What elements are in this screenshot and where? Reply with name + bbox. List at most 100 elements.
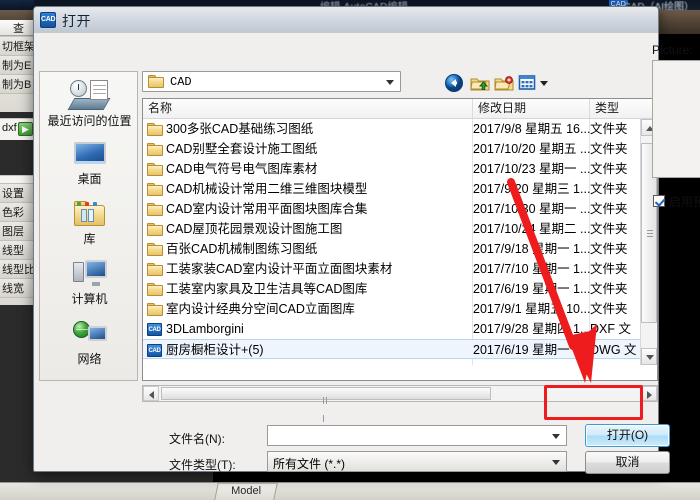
left-properties-panel: 设置 色彩 图层 线型 线型比 线宽 bbox=[0, 175, 34, 305]
file-date-cell: 2017/9/18 星期一 1... bbox=[473, 242, 591, 256]
table-row[interactable]: 工装室内家具及卫生洁具等CAD图库 2017/6/19 星期一 1... 文件夹 bbox=[143, 279, 641, 299]
file-list-horizontal-scrollbar[interactable] bbox=[142, 385, 658, 422]
filetype-combobox[interactable]: 所有文件 (*.*) bbox=[267, 451, 567, 472]
file-type-cell: 文件夹 bbox=[590, 202, 628, 216]
table-row[interactable]: CAD 厨房橱柜设计+(5) 2017/6/19 星期一 1... DWG 文 bbox=[143, 339, 641, 359]
folder-icon bbox=[147, 123, 163, 136]
column-header-type[interactable]: 类型 bbox=[590, 99, 641, 118]
folder-icon bbox=[147, 143, 163, 156]
scroll-down-button[interactable] bbox=[641, 348, 657, 365]
file-type-cell: 文件夹 bbox=[590, 222, 628, 236]
new-folder-icon bbox=[494, 76, 514, 91]
left-palette-row[interactable]: 切框架 bbox=[0, 37, 33, 56]
dwg-file-icon: CAD bbox=[147, 343, 162, 357]
column-header-date[interactable]: 修改日期 bbox=[473, 99, 590, 118]
left-palette-row[interactable]: 制为B bbox=[0, 75, 33, 94]
chevron-down-icon[interactable] bbox=[552, 460, 560, 465]
cancel-button[interactable]: 取消 bbox=[585, 451, 670, 474]
left-palette-commands: 切框架 制为E 制为B bbox=[0, 36, 34, 112]
file-name-cell: CAD别墅全套设计施工图纸 bbox=[147, 139, 317, 159]
back-button[interactable] bbox=[444, 73, 466, 93]
left-property-row[interactable]: 线型 bbox=[0, 241, 33, 260]
file-name-cell: CAD 厨房橱柜设计+(5) bbox=[147, 340, 264, 360]
table-row[interactable]: CAD别墅全套设计施工图纸 2017/10/20 星期五 ... 文件夹 bbox=[143, 139, 641, 159]
views-button[interactable] bbox=[518, 73, 548, 93]
table-row[interactable]: CAD室内设计常用平面图块图库合集 2017/10/30 星期一 ... 文件夹 bbox=[143, 199, 641, 219]
file-date-cell: 2017/10/20 星期五 ... bbox=[473, 142, 591, 156]
left-expand-button[interactable]: ▶ bbox=[18, 122, 33, 136]
file-name-text: 室内设计经典分空间CAD立面图库 bbox=[166, 302, 355, 316]
column-header-name[interactable]: 名称 bbox=[143, 99, 473, 118]
enable-preview-checkbox[interactable] bbox=[653, 195, 665, 207]
open-button[interactable]: 打开(O) bbox=[585, 424, 670, 447]
left-palette-row[interactable]: 制为E bbox=[0, 56, 33, 75]
place-network[interactable]: 网络 bbox=[40, 314, 139, 367]
left-property-row[interactable]: 线型比 bbox=[0, 260, 33, 279]
left-property-row[interactable]: 设置 bbox=[0, 184, 33, 203]
filename-field[interactable] bbox=[267, 425, 567, 446]
scroll-left-button[interactable] bbox=[143, 386, 159, 401]
table-row[interactable]: CAD屋顶花园景观设计图施工图 2017/10/24 星期二 ... 文件夹 bbox=[143, 219, 641, 239]
picture-preview-box bbox=[652, 60, 700, 178]
place-computer[interactable]: 计算机 bbox=[40, 254, 139, 307]
filetype-label: 文件类型(T): bbox=[169, 458, 236, 472]
desktop-icon bbox=[73, 142, 106, 168]
left-palette-topbar bbox=[0, 0, 34, 10]
file-name-text: 工装家装CAD室内设计平面立面图块素材 bbox=[166, 262, 393, 276]
file-date-cell: 2017/6/19 星期一 1... bbox=[473, 343, 591, 357]
file-name-cell: CAD屋顶花园景观设计图施工图 bbox=[147, 219, 342, 239]
file-name-text: 百张CAD机械制图练习图纸 bbox=[166, 242, 318, 256]
look-in-combobox[interactable]: CAD bbox=[142, 71, 401, 92]
file-name-cell: 工装室内家具及卫生洁具等CAD图库 bbox=[147, 279, 367, 299]
folder-icon bbox=[148, 75, 164, 88]
file-date-cell: 2017/6/19 星期一 1... bbox=[473, 282, 591, 296]
table-row[interactable]: 300多张CAD基础练习图纸 2017/9/8 星期五 16... 文件夹 bbox=[143, 119, 641, 139]
file-date-cell: 2017/9/20 星期三 1... bbox=[473, 182, 591, 196]
place-label: 网络 bbox=[77, 352, 102, 366]
file-type-cell: 文件夹 bbox=[590, 282, 628, 296]
places-bar: 最近访问的位置 桌面 库 计算机 网络 bbox=[39, 71, 138, 381]
table-row[interactable]: 百张CAD机械制图练习图纸 2017/9/18 星期一 1... 文件夹 bbox=[143, 239, 641, 259]
table-row[interactable]: 工装家装CAD室内设计平面立面图块素材 2017/7/10 星期一 1... 文件夹 bbox=[143, 259, 641, 279]
filename-label: 文件名(N): bbox=[169, 432, 225, 446]
up-one-level-button[interactable] bbox=[470, 73, 492, 93]
chevron-down-icon[interactable] bbox=[552, 434, 560, 439]
app-status-strip bbox=[0, 482, 700, 500]
file-name-cell: CAD室内设计常用平面图块图库合集 bbox=[147, 199, 367, 219]
picture-preview-label: Picture: bbox=[652, 43, 693, 57]
scroll-right-button[interactable] bbox=[641, 386, 657, 401]
chevron-down-icon[interactable] bbox=[386, 80, 394, 85]
file-date-cell: 2017/9/28 星期四 1... bbox=[473, 322, 591, 336]
new-folder-button[interactable] bbox=[494, 73, 516, 93]
computer-icon bbox=[72, 260, 107, 288]
table-row[interactable]: CAD电气符号电气图库素材 2017/10/23 星期一 ... 文件夹 bbox=[143, 159, 641, 179]
file-type-cell: 文件夹 bbox=[590, 242, 628, 256]
dwg-file-icon: CAD bbox=[147, 322, 162, 336]
model-tab[interactable]: Model bbox=[214, 483, 278, 500]
left-property-row[interactable]: 线宽 bbox=[0, 279, 33, 298]
place-desktop[interactable]: 桌面 bbox=[40, 134, 139, 187]
file-date-cell: 2017/10/24 星期二 ... bbox=[473, 222, 591, 236]
left-property-row[interactable]: 图层 bbox=[0, 222, 33, 241]
file-list-body: 300多张CAD基础练习图纸 2017/9/8 星期五 16... 文件夹 CAD别墅… bbox=[143, 119, 641, 365]
file-list: 名称 修改日期 类型 300多张CAD基础练习图纸 2017/9/8 星期五 16… bbox=[142, 98, 658, 381]
place-libraries[interactable]: 库 bbox=[40, 194, 139, 247]
file-name-text: CAD机械设计常用二维三维图块模型 bbox=[166, 182, 368, 196]
filename-input[interactable] bbox=[271, 428, 543, 444]
file-name-text: CAD室内设计常用平面图块图库合集 bbox=[166, 202, 368, 216]
file-name-cell: CAD机械设计常用二维三维图块模型 bbox=[147, 179, 367, 199]
place-recent-places[interactable]: 最近访问的位置 bbox=[40, 76, 139, 129]
file-date-cell: 2017/10/23 星期一 ... bbox=[473, 162, 591, 176]
scrollbar-thumb[interactable] bbox=[161, 387, 491, 422]
file-name-cell: 室内设计经典分空间CAD立面图库 bbox=[147, 299, 355, 319]
cad-app-icon: CAD bbox=[40, 12, 56, 28]
table-row[interactable]: CAD机械设计常用二维三维图块模型 2017/9/20 星期三 1... 文件夹 bbox=[143, 179, 641, 199]
table-row[interactable]: 室内设计经典分空间CAD立面图库 2017/9/1 星期五 10... 文件夹 bbox=[143, 299, 641, 319]
file-date-cell: 2017/9/8 星期五 16... bbox=[473, 122, 591, 136]
file-name-text: 300多张CAD基础练习图纸 bbox=[166, 122, 314, 136]
table-row[interactable]: CAD 3DLamborgini 2017/9/28 星期四 1... DXF 文 bbox=[143, 319, 641, 339]
chevron-down-icon[interactable] bbox=[540, 81, 548, 86]
left-property-row[interactable]: 色彩 bbox=[0, 203, 33, 222]
left-palette-tab[interactable]: 查 bbox=[0, 20, 34, 36]
folder-icon bbox=[147, 223, 163, 236]
